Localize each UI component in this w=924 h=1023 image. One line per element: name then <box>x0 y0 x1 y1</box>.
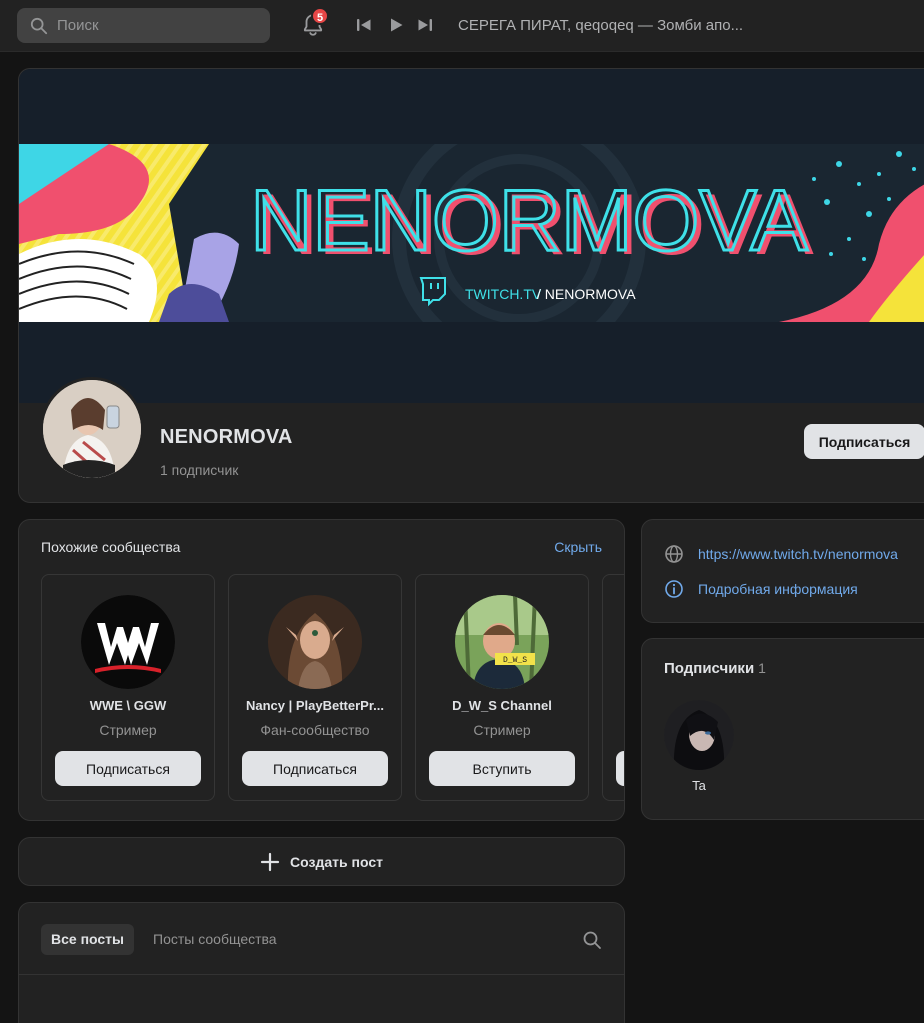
search-posts-icon[interactable] <box>582 930 602 950</box>
website-link[interactable]: https://www.twitch.tv/nenormova <box>698 546 898 562</box>
community-avatar-image: D_W_S <box>455 595 549 689</box>
community-type: Стример <box>473 722 531 738</box>
community-name[interactable]: D_W_S Channel <box>424 698 580 713</box>
search-box[interactable] <box>17 8 270 43</box>
community-type: Фан-сообщество <box>260 722 370 738</box>
community-subscribe-button[interactable]: Подписаться <box>242 751 388 786</box>
similar-community-card[interactable]: WWE \ GGW Стример Подписаться <box>41 574 215 801</box>
posts-card: Все посты Посты сообщества <box>18 902 625 1023</box>
follower-name[interactable]: Ta <box>664 778 734 793</box>
tab-community-posts[interactable]: Посты сообщества <box>153 931 277 947</box>
followers-title[interactable]: Подписчики 1 <box>664 660 766 677</box>
similar-communities-card: Похожие сообщества Скрыть WWE \ GGW Стри… <box>18 519 625 821</box>
community-subscribe-button[interactable]: Подписаться <box>55 751 201 786</box>
search-icon <box>30 17 48 35</box>
cover-banner-image: NENORMOVA NENORMOVA TWITCH.TV / NENORMOV… <box>19 144 924 322</box>
plus-icon <box>260 852 280 871</box>
cover-area: NENORMOVA NENORMOVA TWITCH.TV / NENORMOV… <box>19 69 924 403</box>
now-playing-title[interactable]: СЕРЕГА ПИРАТ, qeqoqeq — Зомби апо... <box>458 17 743 34</box>
wwe-logo-icon <box>81 595 175 689</box>
community-avatar[interactable] <box>268 595 362 689</box>
subscribe-button[interactable]: Подписаться <box>804 424 924 459</box>
tab-all-posts[interactable]: Все посты <box>41 924 134 955</box>
group-info-card: https://www.twitch.tv/nenormova Подробна… <box>641 519 924 623</box>
globe-icon <box>665 545 683 563</box>
community-avatar[interactable]: D_W_S <box>455 595 549 689</box>
community-join-button[interactable]: Вступить <box>429 751 575 786</box>
group-name: NENORMOVA <box>160 426 293 448</box>
top-bar: 5 СЕРЕГА ПИРАТ, qeqoqeq — Зомби апо... <box>0 0 924 52</box>
details-link[interactable]: Подробная информация <box>698 581 858 597</box>
website-row[interactable]: https://www.twitch.tv/nenormova <box>664 544 898 564</box>
create-post-label: Создать пост <box>290 853 383 870</box>
play-icon[interactable] <box>387 16 405 34</box>
follower-avatar-image <box>664 700 734 770</box>
banner-link-path: / NENORMOVA <box>537 286 636 302</box>
followers-count: 1 <box>758 660 766 676</box>
banner-link-domain: TWITCH.TV <box>465 286 542 302</box>
similar-community-card[interactable]: Nancy | PlayBetterPr... Фан-сообщество П… <box>228 574 402 801</box>
next-track-icon[interactable] <box>416 16 434 34</box>
group-avatar-image <box>43 380 141 478</box>
group-avatar[interactable] <box>40 377 144 481</box>
search-input[interactable] <box>57 8 257 43</box>
community-type: Стример <box>99 722 157 738</box>
community-avatar[interactable] <box>81 595 175 689</box>
followers-card: Подписчики 1 Ta <box>641 638 924 820</box>
similar-communities-title: Похожие сообщества <box>41 539 181 555</box>
followers-title-label: Подписчики <box>664 660 755 677</box>
community-subscribe-button-partial[interactable] <box>616 751 624 786</box>
group-subscribers-count[interactable]: 1 подписчик <box>160 462 238 478</box>
similar-community-card[interactable]: D_W_S D_W_S Channel Стример Вступить <box>415 574 589 801</box>
community-avatar-image <box>268 595 362 689</box>
info-icon <box>665 580 683 598</box>
divider <box>19 974 624 975</box>
details-row[interactable]: Подробная информация <box>664 579 858 599</box>
banner-title: NENORMOVA <box>250 173 808 269</box>
notifications-count-badge: 5 <box>311 7 329 25</box>
group-header-card: NENORMOVA NENORMOVA TWITCH.TV / NENORMOV… <box>18 68 924 503</box>
avatar-badge-text: D_W_S <box>503 656 527 665</box>
follower-avatar[interactable] <box>664 700 734 770</box>
hide-similar-button[interactable]: Скрыть <box>554 539 602 555</box>
community-name[interactable]: WWE \ GGW <box>50 698 206 713</box>
community-name[interactable]: Nancy | PlayBetterPr... <box>237 698 393 713</box>
previous-track-icon[interactable] <box>355 16 373 34</box>
create-post-button[interactable]: Создать пост <box>18 837 625 886</box>
similar-community-card-partial[interactable] <box>602 574 624 801</box>
